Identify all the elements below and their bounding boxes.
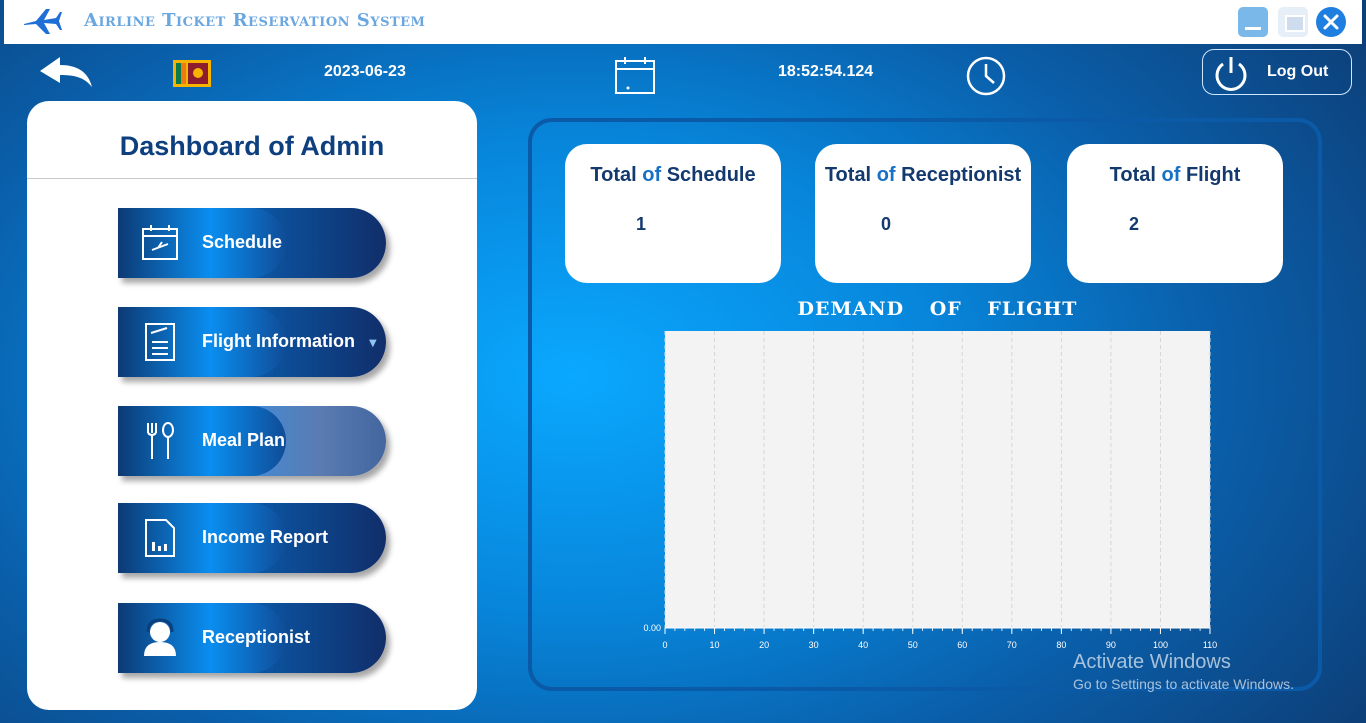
menu-label: Income Report [202,527,329,547]
panel-title: Dashboard of Admin [119,131,385,161]
stat-value: 0 [881,214,892,234]
total-schedule-card: Total of Schedule 1 [565,144,781,283]
stat-title: Total of Schedule [590,164,756,186]
demand-chart: 0 10 20 30 40 50 60 70 80 90 100 110 0.00 [643,331,1217,650]
plot-area [665,331,1210,628]
report-icon [145,519,175,557]
fork-spoon-icon [147,422,174,459]
x-tick-label: 50 [908,640,918,650]
stat-title: Total of Flight [1109,164,1241,186]
airplane-icon [24,9,62,34]
flag-icon [173,60,211,87]
chart-title: DEMAND OF FLIGHT [797,298,1078,320]
y-tick-label: 0.00 [643,623,661,633]
x-tick-label: 90 [1106,640,1116,650]
x-tick-label: 10 [710,640,720,650]
receptionist-icon [144,618,176,656]
x-tick-label: 30 [809,640,819,650]
logout-label: Log Out [1267,63,1329,80]
time-display: 18:52:54.124 [778,63,874,80]
divider [27,178,477,179]
menu-label: Receptionist [202,627,311,647]
x-tick-label: 110 [1203,640,1217,650]
admin-menu-panel: Dashboard of Admin Schedule Flight Infor… [27,101,477,710]
flight-info-icon [145,323,175,361]
maximize-button[interactable] [1278,7,1308,37]
schedule-icon [142,225,178,260]
meal-plan-button[interactable]: Meal Plan [118,406,386,476]
app-title: Airline Ticket Reservation System [84,10,426,31]
minimize-button[interactable] [1238,7,1268,37]
flight-information-button[interactable]: Flight Information ▼ [118,307,386,377]
date-display: 2023-06-23 [324,63,406,80]
x-tick-label: 80 [1056,640,1066,650]
power-icon [1215,57,1247,91]
logout-button[interactable]: Log Out [1202,49,1352,95]
menu-label: Schedule [202,232,283,252]
x-tick-label: 100 [1153,640,1168,650]
clock-icon [966,56,1006,96]
x-tick-label: 0 [662,640,667,650]
title-bar: Airline Ticket Reservation System [4,0,1362,44]
activation-watermark-title: Activate Windows [1073,651,1231,673]
chevron-down-icon[interactable]: ▼ [369,338,377,349]
back-arrow-icon[interactable] [38,55,94,91]
activation-watermark-subtitle: Go to Settings to activate Windows. [1073,676,1294,692]
income-report-button[interactable]: Income Report [118,503,386,573]
stat-value: 2 [1129,214,1140,234]
total-flight-card: Total of Flight 2 [1067,144,1283,283]
x-tick-label: 70 [1007,640,1017,650]
x-tick-label: 40 [858,640,868,650]
stat-value: 1 [636,214,647,234]
schedule-button[interactable]: Schedule [118,208,386,278]
x-tick-label: 20 [759,640,769,650]
close-icon [1323,14,1339,30]
close-button[interactable] [1316,7,1346,37]
menu-label: Flight Information [202,331,355,351]
total-receptionist-card: Total of Receptionist 0 [815,144,1031,283]
receptionist-button[interactable]: Receptionist [118,603,386,673]
stat-title: Total of Receptionist [824,164,1022,186]
calendar-icon [615,57,655,94]
x-tick-label: 60 [957,640,967,650]
menu-label: Meal Plan [202,430,286,450]
